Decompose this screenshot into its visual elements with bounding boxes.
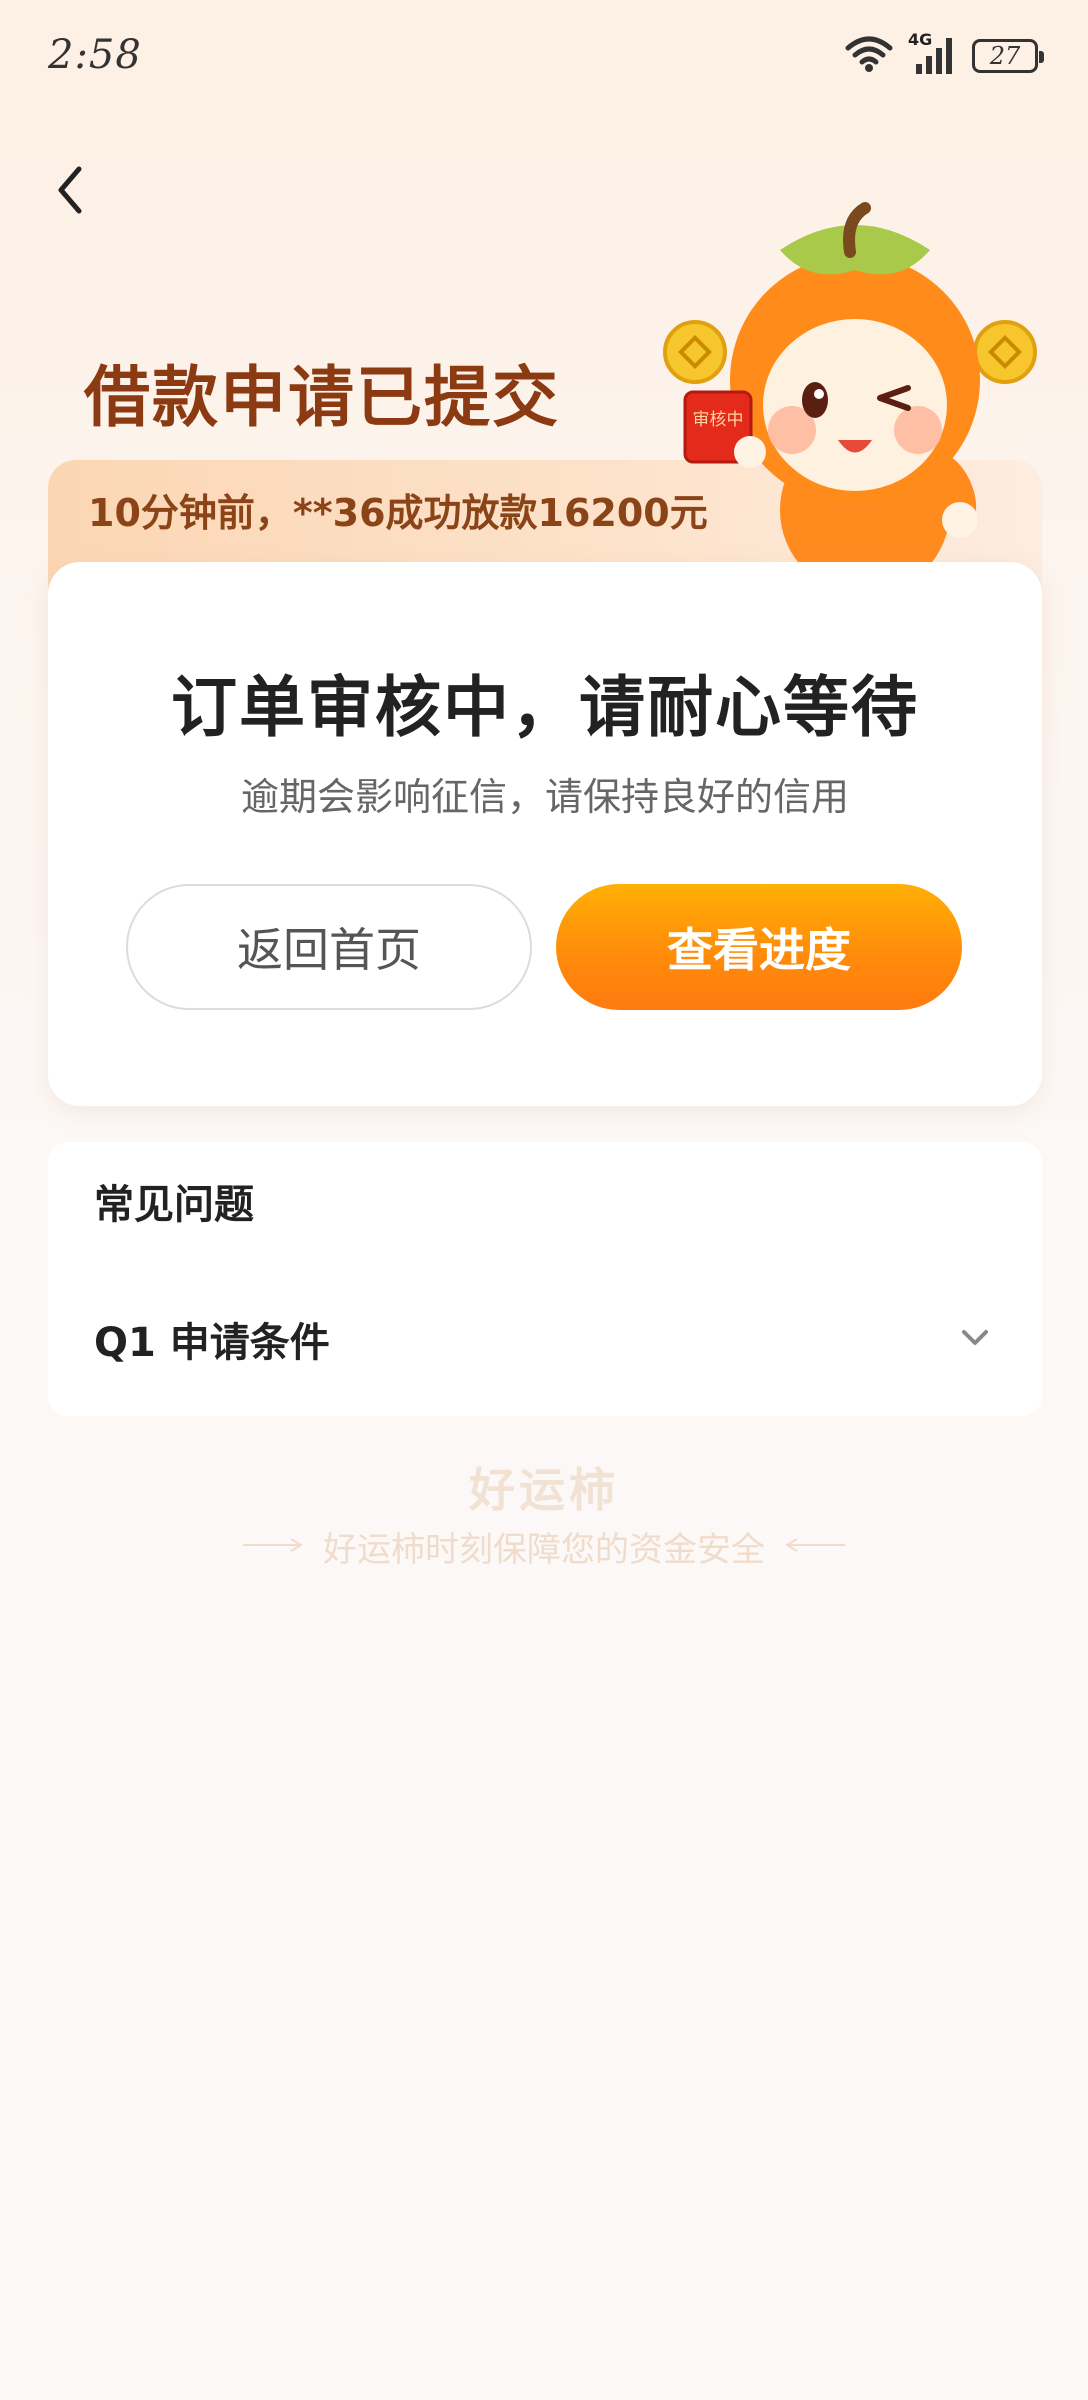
review-status-heading: 订单审核中，请耐心等待 <box>171 669 919 746</box>
page-title: 借款申请已提交 <box>84 359 560 436</box>
wifi-icon <box>844 34 894 78</box>
faq-item-label: Q1 申请条件 <box>94 1320 330 1366</box>
view-progress-button[interactable]: 查看进度 <box>556 884 962 1010</box>
cellular-signal-icon: 4G <box>908 30 958 76</box>
chevron-left-icon <box>58 166 82 214</box>
faq-item-q1[interactable]: Q1 申请条件 <box>48 1292 1042 1402</box>
mascot-badge-text: 审核中 <box>693 410 744 430</box>
footer-slogan: 好运柿时刻保障您的资金安全 <box>323 1530 765 1570</box>
faq-title: 常见问题 <box>94 1182 254 1228</box>
persimmon-mascot-illustration: 审核中 <box>650 190 1050 610</box>
chevron-down-icon <box>958 1320 992 1358</box>
arrow-right-icon <box>241 1535 305 1559</box>
battery-level: 27 <box>989 42 1021 70</box>
coin-icon <box>973 320 1037 384</box>
faq-section: 常见问题 Q1 申请条件 <box>48 1142 1042 1416</box>
coin-icon <box>663 320 727 384</box>
status-bar: 2:58 4G 27 <box>0 0 1088 110</box>
arrow-left-icon <box>783 1535 847 1559</box>
back-to-home-button[interactable]: 返回首页 <box>126 884 532 1010</box>
ticker-text: 10分钟前，**36成功放款16200元 <box>88 491 708 535</box>
battery-icon: 27 <box>972 39 1044 73</box>
review-status-card: 订单审核中，请耐心等待 逾期会影响征信，请保持良好的信用 返回首页 查看进度 <box>48 562 1042 1106</box>
credit-warning-text: 逾期会影响征信，请保持良好的信用 <box>240 775 849 819</box>
back-button[interactable] <box>40 150 100 230</box>
status-time: 2:58 <box>48 32 142 78</box>
footer-brand: 好运柿 <box>469 1463 619 1517</box>
footer-slogan-row: 好运柿时刻保障您的资金安全 <box>0 1522 1088 1571</box>
status-icons: 4G 27 <box>844 30 1044 78</box>
